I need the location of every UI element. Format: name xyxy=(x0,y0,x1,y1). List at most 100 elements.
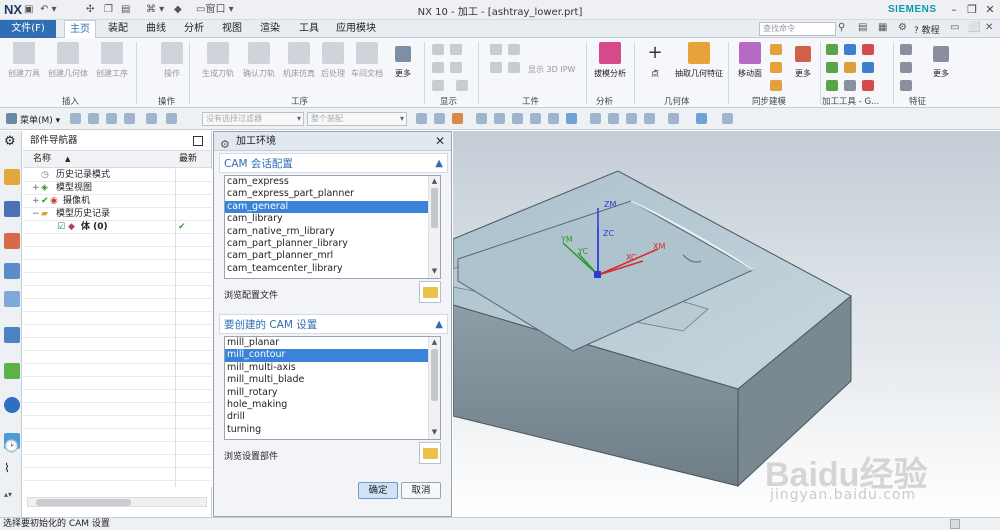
layout-icon[interactable]: ▦ xyxy=(878,22,887,33)
tab-render[interactable]: 渲染 xyxy=(255,20,285,38)
display-small-icon[interactable] xyxy=(432,80,444,91)
reuse-library-icon[interactable] xyxy=(4,327,20,343)
hd3d-icon[interactable] xyxy=(4,363,20,379)
collapse-icon[interactable]: − xyxy=(32,208,40,221)
web-browser-icon[interactable] xyxy=(4,397,20,413)
list-item[interactable]: mill_multi_blade xyxy=(225,374,428,386)
sync-small-icon[interactable] xyxy=(770,44,782,55)
minimize-button[interactable]: – xyxy=(946,2,962,18)
cut-icon[interactable]: ✣ xyxy=(86,3,94,17)
show-3d-ipw-button[interactable]: 显示 3D IPW xyxy=(528,64,584,75)
column-latest[interactable]: 最新 xyxy=(179,151,197,168)
draft-analysis-button[interactable]: 拔模分析 xyxy=(589,42,631,79)
workpiece-small-icon[interactable] xyxy=(508,62,520,73)
snap-icon[interactable] xyxy=(494,113,505,124)
browse-config-button[interactable] xyxy=(419,281,441,303)
list-item[interactable]: drill xyxy=(225,411,428,423)
list-item[interactable]: cam_part_planner_library xyxy=(225,238,428,250)
verify-toolpath-button[interactable]: 确认刀轨 xyxy=(238,42,280,79)
operation-navigator-icon[interactable] xyxy=(4,233,20,249)
workpiece-small-icon[interactable] xyxy=(490,62,502,73)
gear-icon[interactable]: ⚙ xyxy=(4,134,20,150)
workpiece-small-icon[interactable] xyxy=(490,44,502,55)
operation-button[interactable]: 操作 xyxy=(151,42,193,79)
tree-row[interactable]: − ▰ 模型历史记录 xyxy=(23,208,212,221)
list-item[interactable]: mill_planar xyxy=(225,337,428,349)
save-icon[interactable]: ▣ xyxy=(24,3,33,17)
list-item[interactable]: hole_making xyxy=(225,399,428,411)
section-cam-session[interactable]: CAM 会话配置 ▲ xyxy=(219,153,448,173)
display-small-icon[interactable] xyxy=(450,44,462,55)
machine-view-icon[interactable] xyxy=(146,113,157,124)
clock-icon[interactable]: 🕑 xyxy=(4,439,20,455)
copy-icon[interactable]: ❐ xyxy=(104,3,113,17)
list-item[interactable]: cam_express xyxy=(225,176,428,188)
tree-row[interactable]: ◷ 历史记录模式 xyxy=(23,169,212,182)
paste-icon[interactable]: ▤ xyxy=(121,3,130,17)
list-item[interactable]: cam_teamcenter_library xyxy=(225,263,428,275)
tab-view[interactable]: 视图 xyxy=(217,20,247,38)
edit-section-icon[interactable] xyxy=(722,113,733,124)
scroll-arrows-icon[interactable]: ▴▾ xyxy=(4,487,20,503)
cancel-button[interactable]: 取消 xyxy=(401,482,441,499)
browse-setup-button[interactable] xyxy=(419,442,441,464)
part-navigator-icon[interactable] xyxy=(4,169,20,185)
mfg-tool-icon[interactable] xyxy=(844,44,856,55)
scroll-thumb[interactable] xyxy=(431,188,438,228)
cam-setup-list[interactable]: mill_planar mill_contour mill_multi-axis… xyxy=(224,336,441,440)
scroll-down-icon[interactable]: ▼ xyxy=(429,428,440,436)
tree-row[interactable]: ☑ ◆ 体 (0) ✔ xyxy=(23,221,212,234)
create-operation-button[interactable]: 创建工序 xyxy=(91,42,133,79)
selection-scope-dropdown[interactable]: 整个装配 xyxy=(307,112,407,126)
sort-arrow-icon[interactable]: ▲ xyxy=(65,151,70,168)
close-doc-icon[interactable]: ✕ xyxy=(985,22,993,33)
close-icon[interactable]: ✕ xyxy=(435,132,445,151)
extract-geometry-button[interactable]: 抽取几何特征 xyxy=(671,42,727,79)
mfg-tool-icon[interactable] xyxy=(826,62,838,73)
workpiece-small-icon[interactable] xyxy=(508,44,520,55)
tab-home[interactable]: 主页 xyxy=(64,20,96,39)
min-icon[interactable]: ⬜ xyxy=(968,22,980,33)
snap-icon[interactable] xyxy=(530,113,541,124)
repeat-command-icon[interactable]: ⌘ ▾ xyxy=(146,3,164,17)
shop-docs-button[interactable]: 车间文档 xyxy=(346,42,388,79)
move-face-button[interactable]: 移动面 xyxy=(731,42,769,79)
tab-tools[interactable]: 工具 xyxy=(294,20,324,38)
view-orient-icon[interactable] xyxy=(644,113,655,124)
more-sync-button[interactable]: 更多 xyxy=(786,42,820,79)
ok-button[interactable]: 确定 xyxy=(358,482,398,499)
system-scene-icon[interactable]: ⌇ xyxy=(4,461,20,477)
more-operation-button[interactable]: 更多 xyxy=(383,42,423,79)
create-tool-button[interactable]: 创建刀具 xyxy=(3,42,45,79)
mfg-tool-icon[interactable] xyxy=(826,44,838,55)
zoom-icon[interactable] xyxy=(608,113,619,124)
scroll-up-icon[interactable]: ▲ xyxy=(429,177,440,185)
vertical-scrollbar[interactable]: ▲ ▼ xyxy=(428,337,440,439)
restore-button[interactable]: ❐ xyxy=(964,2,980,18)
point-button[interactable]: + 点 xyxy=(637,42,673,79)
restore-icon[interactable]: ▭ xyxy=(950,22,959,33)
snap-icon[interactable] xyxy=(512,113,523,124)
feature-icon[interactable] xyxy=(900,80,912,91)
create-geometry-button[interactable]: 创建几何体 xyxy=(47,42,89,79)
maximize-icon[interactable] xyxy=(193,136,203,146)
tool-view-icon[interactable] xyxy=(70,113,81,124)
undo-icon[interactable]: ↶ ▾ xyxy=(40,3,57,17)
column-name[interactable]: 名称 xyxy=(33,151,51,168)
tree-row[interactable]: + ◈ 模型视图 xyxy=(23,182,212,195)
work-layer-icon[interactable] xyxy=(696,113,707,124)
collapse-arrow-icon[interactable]: ▲ xyxy=(435,154,443,174)
touch-mode-icon[interactable]: ◆ xyxy=(174,3,182,17)
machine-navigator-icon[interactable] xyxy=(4,263,20,279)
list-item[interactable]: cam_native_rm_library xyxy=(225,226,428,238)
checkbox-icon[interactable]: ☑ xyxy=(57,221,65,234)
scroll-down-icon[interactable]: ▼ xyxy=(429,267,440,275)
snap-icon[interactable] xyxy=(548,113,559,124)
tab-curve[interactable]: 曲线 xyxy=(141,20,171,38)
ribbon-options-icon[interactable]: ▤ xyxy=(858,22,867,33)
snap-icon[interactable] xyxy=(566,113,577,124)
snap-icon[interactable] xyxy=(476,113,487,124)
mfg-tool-icon[interactable] xyxy=(862,62,874,73)
horizontal-scrollbar[interactable] xyxy=(27,497,207,507)
list-item[interactable]: mill_rotary xyxy=(225,387,428,399)
